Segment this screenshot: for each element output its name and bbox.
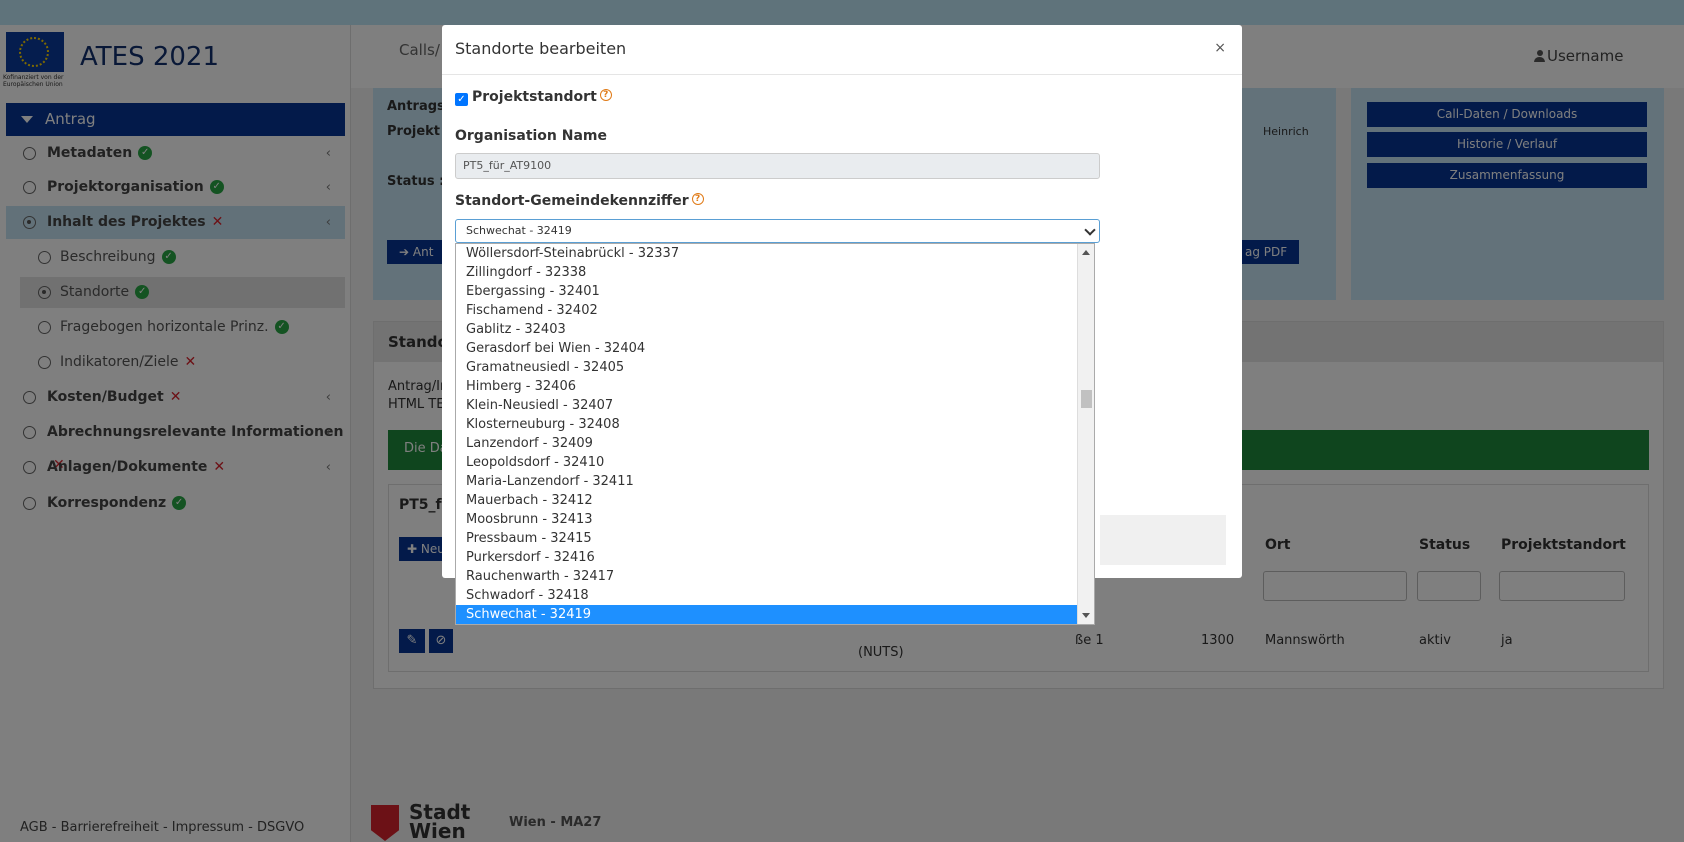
scroll-down-icon[interactable]: [1082, 613, 1090, 618]
help-icon[interactable]: ?: [691, 193, 704, 205]
dropdown-option[interactable]: Schwechat - 32419: [456, 605, 1094, 624]
projektstandort-checkbox-row: ✓ Projektstandort?: [455, 89, 612, 106]
dropdown-option[interactable]: Ebergassing - 32401: [456, 282, 1094, 301]
chevron-down-icon: [1084, 224, 1096, 236]
dropdown-option[interactable]: Wöllersdorf-Steinabrückl - 32337: [456, 244, 1094, 263]
dropdown-option[interactable]: Moosbrunn - 32413: [456, 510, 1094, 529]
gkz-selected-value: Schwechat - 32419: [466, 224, 572, 237]
modal-title: Standorte bearbeiten: [455, 39, 627, 58]
dropdown-scrollbar[interactable]: [1077, 244, 1094, 624]
scrollbar-thumb[interactable]: [1081, 390, 1092, 408]
dropdown-option[interactable]: Zillingdorf - 32338: [456, 263, 1094, 282]
dropdown-option[interactable]: Klein-Neusiedl - 32407: [456, 396, 1094, 415]
help-icon[interactable]: ?: [599, 89, 612, 101]
gkz-label-text: Standort-Gemeindekennziffer: [455, 193, 689, 209]
dropdown-option[interactable]: Gramatneusiedl - 32405: [456, 358, 1094, 377]
close-icon[interactable]: ×: [1214, 40, 1226, 56]
gkz-options-list[interactable]: Wöllersdorf-Steinabrückl - 32337 Zillingd…: [455, 243, 1095, 625]
modal-divider: [442, 74, 1242, 75]
dropdown-option[interactable]: Purkersdorf - 32416: [456, 548, 1094, 567]
dropdown-option[interactable]: Rauchenwarth - 32417: [456, 567, 1094, 586]
dropdown-option[interactable]: Schwadorf - 32418: [456, 586, 1094, 605]
dropdown-option[interactable]: Leopoldsdorf - 32410: [456, 453, 1094, 472]
gkz-select[interactable]: Schwechat - 32419: [455, 219, 1100, 243]
org-name-field[interactable]: PT5_für_AT9100: [455, 153, 1100, 179]
dropdown-option[interactable]: Gablitz - 32403: [456, 320, 1094, 339]
dropdown-option[interactable]: Klosterneuburg - 32408: [456, 415, 1094, 434]
dropdown-option[interactable]: Gerasdorf bei Wien - 32404: [456, 339, 1094, 358]
dropdown-option[interactable]: Mauerbach - 32412: [456, 491, 1094, 510]
dropdown-option[interactable]: Fischamend - 32402: [456, 301, 1094, 320]
dropdown-option[interactable]: Himberg - 32406: [456, 377, 1094, 396]
modal-footer-area: [1100, 515, 1226, 565]
dropdown-option[interactable]: Pressbaum - 32415: [456, 529, 1094, 548]
gkz-label: Standort-Gemeindekennziffer?: [455, 193, 704, 209]
org-name-label: Organisation Name: [455, 128, 608, 144]
dropdown-option[interactable]: Lanzendorf - 32409: [456, 434, 1094, 453]
dropdown-option[interactable]: Maria-Lanzendorf - 32411: [456, 472, 1094, 491]
scroll-up-icon[interactable]: [1082, 250, 1090, 255]
checkbox-label: Projektstandort: [472, 89, 597, 105]
projektstandort-checkbox[interactable]: ✓: [455, 93, 468, 106]
